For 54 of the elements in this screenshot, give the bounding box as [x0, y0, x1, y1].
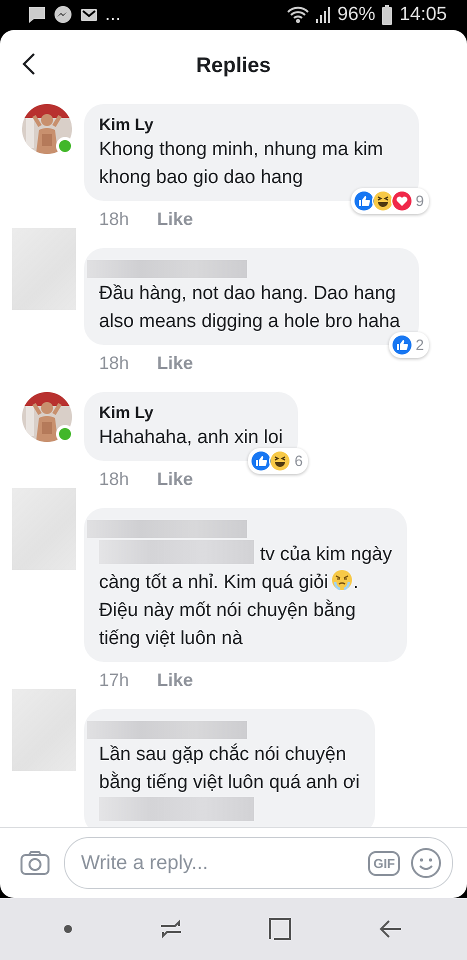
dot-button[interactable] — [64, 925, 72, 933]
like-reaction-icon — [250, 450, 272, 472]
author-name[interactable]: Kim Ly — [99, 402, 283, 424]
timestamp: 17h — [99, 669, 130, 692]
more-notifications: ... — [105, 4, 121, 26]
comment-text: . — [353, 572, 358, 593]
author-name[interactable]: Kim Ly — [99, 114, 404, 136]
comment-text: Điệu này mốt nói chuyện bằng — [99, 600, 356, 621]
timestamp: 18h — [99, 208, 130, 231]
comment-text: tv của kim ngày — [260, 544, 392, 565]
dot-icon — [64, 925, 72, 933]
laughing-reaction-icon — [269, 450, 292, 472]
home-button[interactable] — [269, 918, 292, 940]
comment-text: Lần sau gặp chắc nói chuyện — [99, 744, 346, 765]
page-title: Replies — [196, 54, 271, 78]
recent-apps-icon — [160, 918, 182, 940]
battery-percent: 96% — [337, 4, 376, 26]
laughing-reaction-icon — [372, 190, 394, 212]
gif-button[interactable]: GIF — [368, 850, 400, 876]
like-link[interactable]: Like — [157, 467, 194, 491]
crying-face-icon — [331, 569, 354, 591]
heart-reaction-icon — [390, 190, 413, 212]
wifi-icon — [287, 5, 310, 25]
comment-text: càng tốt a nhỉ. Kim quá giỏi — [99, 572, 328, 593]
reaction-count[interactable]: 9 — [350, 188, 429, 214]
camera-button[interactable] — [20, 850, 50, 876]
camera-icon — [20, 850, 50, 876]
comment-text: Hahahaha, anh xin loi — [99, 427, 283, 448]
message-icon — [27, 5, 47, 25]
like-link[interactable]: Like — [157, 351, 194, 375]
back-arrow-icon — [379, 919, 404, 939]
comment-text: tiếng việt luôn nà — [99, 628, 243, 649]
home-icon — [269, 918, 292, 940]
clock: 14:05 — [399, 4, 447, 26]
reaction-count[interactable]: 6 — [248, 448, 308, 474]
comment-text: bằng tiếng việt luôn quá anh ơi — [99, 772, 360, 793]
like-reaction-icon — [390, 334, 413, 356]
battery-icon — [381, 4, 394, 26]
reply-field[interactable]: Write a reply... GIF — [64, 837, 453, 889]
back-nav-button[interactable] — [379, 919, 404, 939]
back-button[interactable] — [22, 52, 36, 76]
signal-icon — [315, 5, 332, 25]
like-link[interactable]: Like — [157, 668, 194, 692]
back-icon — [22, 52, 36, 76]
emoji-icon[interactable] — [410, 847, 442, 879]
comment-text: Đầu hàng, not dao hang. Dao hang also means digging a hole bro haha — [99, 283, 400, 332]
timestamp: 18h — [99, 468, 130, 491]
reaction-count[interactable]: 2 — [388, 332, 429, 358]
timestamp: 18h — [99, 352, 130, 375]
messenger-icon — [53, 5, 73, 25]
recent-apps-button[interactable] — [160, 918, 182, 940]
like-reaction-icon — [352, 190, 375, 212]
comment-text: Khong thong minh, nhung ma kim khong bao gio dao hang — [99, 139, 384, 188]
like-link[interactable]: Like — [157, 207, 194, 231]
